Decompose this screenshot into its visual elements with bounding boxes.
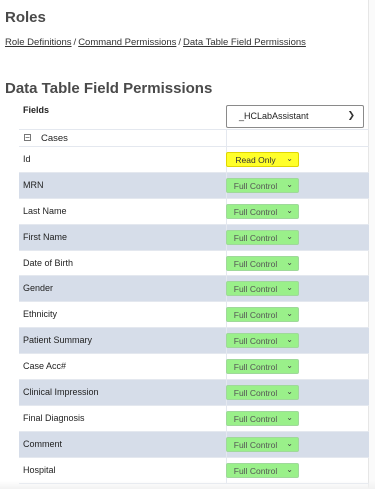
permission-value: Full Control: [233, 258, 278, 269]
permission-value: Full Control: [233, 336, 278, 347]
chevron-down-icon: ⌄: [286, 205, 293, 215]
grid-divider: [226, 130, 227, 146]
permission-select[interactable]: Full Control ⌄: [226, 177, 299, 193]
field-label: Patient Summary: [23, 335, 93, 346]
table-row: Last Name Full Control ⌄: [19, 198, 369, 225]
chevron-down-icon: ⌄: [286, 438, 293, 448]
field-rows: Id Read Only ⌄ MRN Full Control ⌄ Last Name Ful…: [19, 147, 369, 484]
permission-value: Full Control: [233, 465, 278, 476]
table-row: Final Diagnosis Full Control ⌄: [19, 405, 369, 432]
field-label: Last Name: [23, 205, 67, 216]
table-row: Gender Full Control ⌄: [19, 276, 369, 303]
page-bottom-edge: [0, 481, 375, 489]
section-title: Data Table Field Permissions: [5, 80, 213, 97]
table-row: Ethnicity Full Control ⌄: [19, 302, 369, 329]
permission-select[interactable]: Full Control ⌄: [226, 229, 299, 245]
collapse-icon[interactable]: −: [24, 134, 31, 142]
field-label: Ethnicity: [23, 309, 58, 320]
chevron-down-icon: ❯: [347, 110, 355, 120]
permission-select[interactable]: Full Control ⌄: [226, 255, 299, 271]
role-select[interactable]: _HCLabAssistant ❯: [226, 105, 364, 128]
chevron-down-icon: ⌄: [286, 387, 293, 397]
permission-value: Full Control: [233, 284, 278, 295]
chevron-down-icon: ⌄: [286, 361, 293, 371]
permission-select[interactable]: Full Control ⌄: [226, 436, 299, 452]
chevron-down-icon: ⌄: [286, 309, 293, 319]
breadcrumb-data-table-field-permissions[interactable]: Data Table Field Permissions: [183, 37, 306, 48]
table-row: Clinical Impression Full Control ⌄: [19, 380, 369, 406]
chevron-down-icon: ⌄: [286, 283, 293, 293]
chevron-down-icon: ⌄: [286, 412, 293, 422]
permission-value: Full Control: [233, 439, 278, 450]
permission-select[interactable]: Full Control ⌄: [226, 385, 299, 401]
permission-value: Full Control: [233, 362, 278, 373]
group-label: Cases: [41, 133, 68, 144]
field-label: First Name: [23, 231, 68, 242]
grid-header-row: Fields _HCLabAssistant ❯: [19, 100, 369, 130]
page-edge: [368, 0, 375, 489]
chevron-down-icon: ⌄: [286, 257, 293, 267]
chevron-down-icon: ⌄: [286, 335, 293, 345]
field-label: Hospital: [23, 464, 56, 475]
chevron-down-icon: ⌄: [286, 464, 293, 474]
permission-select[interactable]: Full Control ⌄: [226, 307, 299, 323]
permission-select[interactable]: Full Control ⌄: [226, 281, 299, 297]
permission-select[interactable]: Full Control ⌄: [226, 462, 299, 478]
permission-value: Read Only: [235, 155, 276, 165]
field-label: Date of Birth: [23, 257, 74, 268]
chevron-down-icon: ⌄: [286, 179, 293, 189]
permission-value: Full Control: [233, 206, 278, 217]
field-label: Comment: [23, 438, 63, 449]
field-label: Final Diagnosis: [23, 412, 85, 423]
permission-select[interactable]: Full Control ⌄: [226, 359, 299, 375]
table-row: Date of Birth Full Control ⌄: [19, 250, 369, 277]
table-row: MRN Full Control ⌄: [19, 172, 369, 199]
field-label: Id: [23, 154, 31, 164]
field-label: Clinical Impression: [23, 387, 99, 398]
table-row: First Name Full Control ⌄: [19, 224, 369, 251]
role-select-value: _HCLabAssistant: [239, 111, 309, 121]
breadcrumb: Role Definitions / Command Permissions / Dat…: [5, 37, 306, 48]
chevron-down-icon: ⌄: [286, 154, 293, 163]
permissions-grid: Fields _HCLabAssistant ❯ − Cases Id Read …: [19, 100, 369, 484]
permission-value: Full Control: [233, 388, 278, 399]
field-label: Gender: [23, 283, 54, 294]
permission-select[interactable]: Full Control ⌄: [226, 410, 299, 426]
table-row: Comment Full Control ⌄: [19, 431, 369, 458]
table-row: Hospital Full Control ⌄: [19, 457, 369, 484]
field-label: Case Acc#: [23, 361, 67, 372]
permission-value: Full Control: [233, 180, 278, 191]
permission-value: Full Control: [233, 413, 278, 424]
permission-select[interactable]: Full Control ⌄: [226, 203, 299, 219]
chevron-down-icon: ⌄: [286, 231, 293, 241]
permission-value: Full Control: [233, 310, 278, 321]
breadcrumb-command-permissions[interactable]: Command Permissions: [78, 37, 176, 48]
group-row-cases: − Cases: [19, 130, 369, 147]
permission-select[interactable]: Read Only ⌄: [226, 152, 299, 167]
breadcrumb-role-definitions[interactable]: Role Definitions: [5, 37, 72, 48]
field-label: MRN: [23, 179, 44, 190]
table-row: Case Acc# Full Control ⌄: [19, 354, 369, 381]
permission-select[interactable]: Full Control ⌄: [226, 333, 299, 349]
permission-value: Full Control: [233, 232, 278, 243]
page-title: Roles: [5, 9, 46, 26]
table-row: Id Read Only ⌄: [19, 147, 369, 173]
fields-column-header: Fields: [23, 105, 50, 115]
table-row: Patient Summary Full Control ⌄: [19, 328, 369, 355]
